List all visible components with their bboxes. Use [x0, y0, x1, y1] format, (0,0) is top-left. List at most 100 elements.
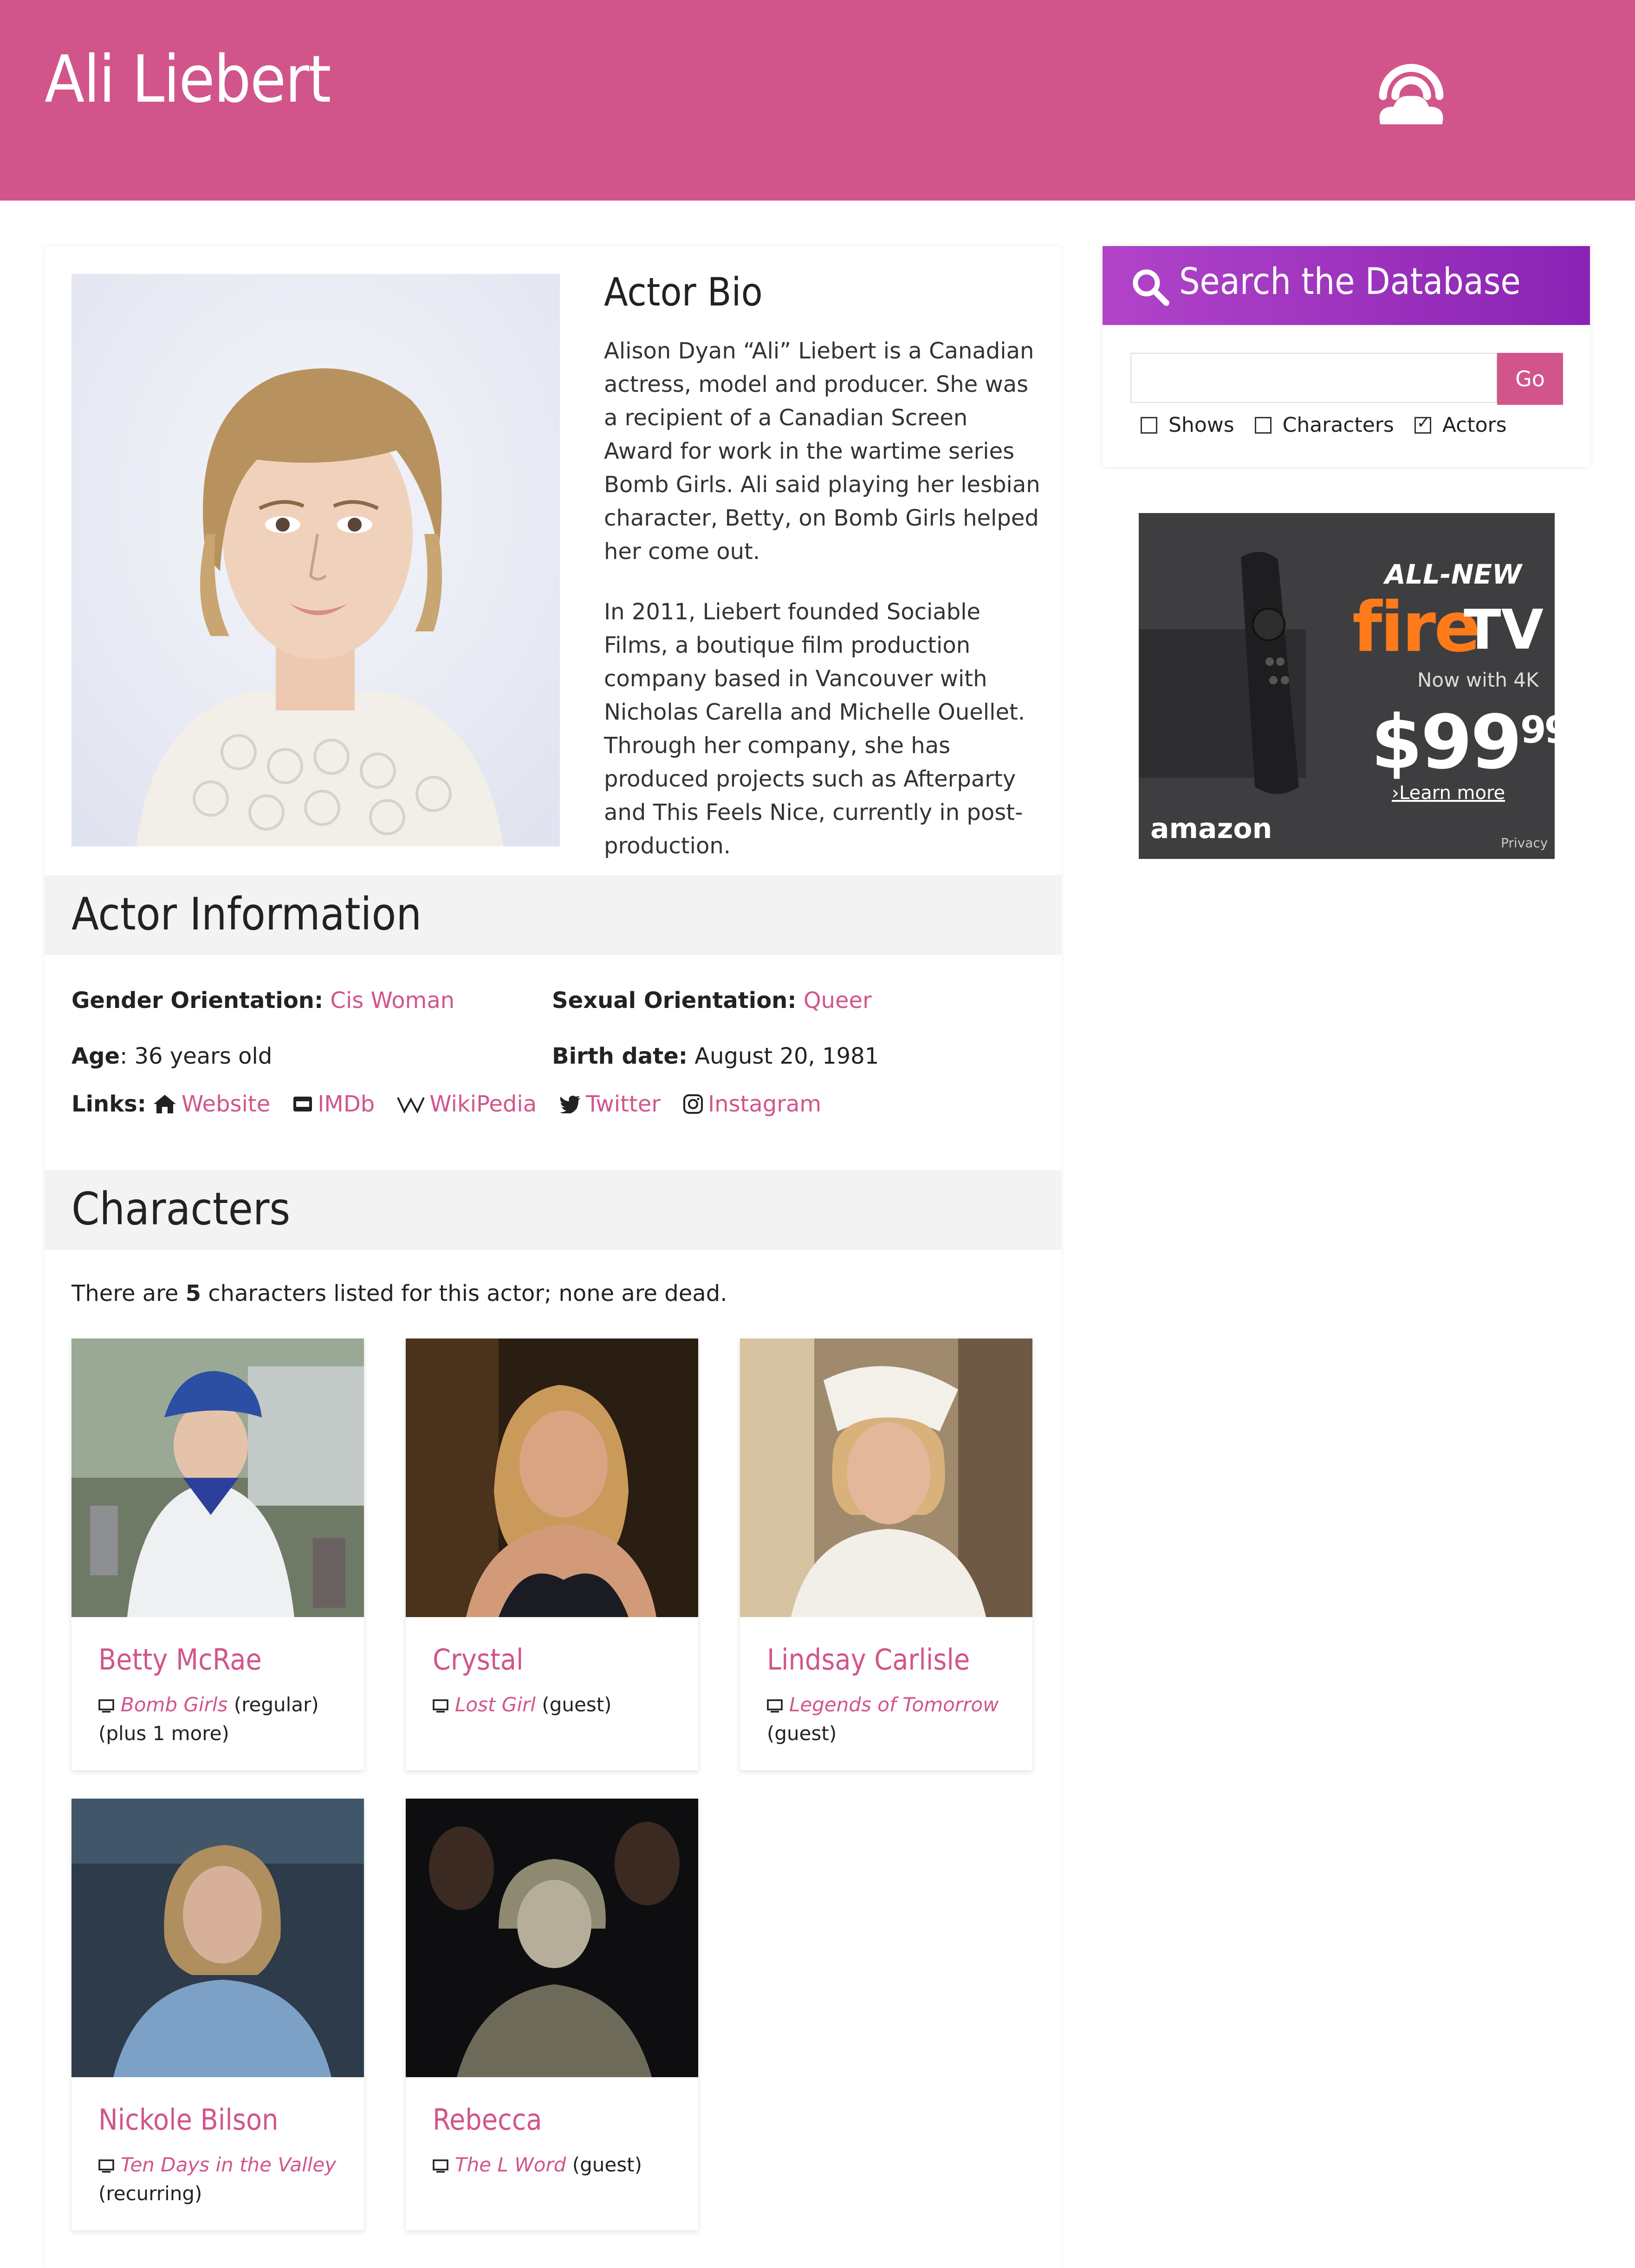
gender-link[interactable]: Cis Woman	[330, 988, 454, 1014]
character-card[interactable]: Betty McRae Bomb Girls (regular) (plus 1…	[71, 1339, 364, 1770]
ad-learn-more[interactable]: ›Learn more	[1392, 782, 1505, 804]
ad-price-cents: 99	[1520, 708, 1555, 752]
character-name[interactable]: Nickole Bilson	[98, 2103, 278, 2137]
checkbox[interactable]	[1254, 416, 1272, 434]
sexual-label: Sexual Orientation:	[552, 988, 797, 1014]
ad-privacy[interactable]: Privacy	[1501, 835, 1548, 851]
character-photo[interactable]	[740, 1339, 1032, 1617]
wikipedia-icon	[397, 1097, 425, 1113]
search-icon	[1133, 269, 1169, 306]
character-card[interactable]: Nickole Bilson Ten Days in the Valley (r…	[71, 1799, 364, 2230]
show-link[interactable]: Ten Days in the Valley	[121, 2153, 336, 2176]
twitter-link[interactable]: Twitter	[559, 1091, 661, 1117]
fire-tv-ad[interactable]: ALL-NEW fire TV Now with 4K $9999 ›Learn…	[1139, 513, 1555, 859]
imdb-link[interactable]: IMDb	[292, 1091, 375, 1117]
characters-summary: There are 5 characters listed for this a…	[71, 1280, 727, 1306]
links-label: Links:	[71, 1091, 146, 1117]
character-show-line: Bomb Girls (regular) (plus 1 more)	[98, 1690, 349, 1748]
home-icon	[153, 1095, 176, 1113]
go-button[interactable]: Go	[1497, 353, 1563, 405]
show-link[interactable]: The L Word	[455, 2153, 566, 2176]
instagram-link-label: Instagram	[707, 1091, 822, 1117]
character-photo[interactable]	[406, 1339, 698, 1617]
characters-count: 5	[185, 1280, 201, 1306]
ad-all-new: ALL-NEW	[1385, 559, 1522, 590]
character-show-line: Ten Days in the Valley (recurring)	[98, 2151, 349, 2208]
age-value: : 36 years old	[120, 1043, 272, 1069]
website-link[interactable]: Website	[153, 1091, 270, 1117]
search-widget: Search the Database Go Shows Characters …	[1103, 246, 1590, 467]
character-photo[interactable]	[71, 1339, 364, 1617]
filter-actors[interactable]: Actors	[1414, 413, 1507, 437]
character-name[interactable]: Betty McRae	[98, 1643, 262, 1677]
main-content: Actor Bio Alison Dyan “Ali” Liebert is a…	[45, 246, 1061, 2268]
filter-label: Characters	[1282, 413, 1394, 437]
gender-label: Gender Orientation:	[71, 988, 324, 1014]
actor-portrait	[71, 274, 560, 846]
ad-price-dollars: $99	[1371, 699, 1522, 786]
age-label: Age	[71, 1043, 120, 1069]
tv-icon	[98, 2159, 114, 2173]
tv-icon	[767, 1699, 783, 1713]
filter-label: Shows	[1168, 413, 1234, 437]
website-link-label: Website	[181, 1091, 271, 1117]
search-header: Search the Database	[1103, 246, 1590, 325]
characters-summary-post: characters listed for this actor; none a…	[201, 1280, 727, 1306]
show-link[interactable]: Lost Girl	[455, 1693, 536, 1716]
birth-value: August 20, 1981	[687, 1043, 879, 1069]
checkbox-checked[interactable]	[1414, 414, 1431, 434]
actor-info-header: Actor Information	[45, 875, 1061, 955]
tv-icon	[433, 1699, 448, 1713]
character-name[interactable]: Crystal	[433, 1643, 523, 1677]
character-show-line: Legends of Tomorrow (guest)	[767, 1690, 1018, 1748]
character-name[interactable]: Lindsay Carlisle	[767, 1643, 970, 1677]
imdb-link-label: IMDb	[318, 1091, 375, 1117]
ad-fire: fire	[1352, 587, 1480, 667]
filter-label: Actors	[1442, 413, 1507, 437]
character-show-line: The L Word (guest)	[433, 2151, 683, 2179]
character-card[interactable]: Rebecca The L Word (guest)	[406, 1799, 698, 2230]
site-header: Ali Liebert	[0, 0, 1635, 201]
twitter-icon	[560, 1096, 581, 1113]
site-logo-icon[interactable]	[1367, 52, 1455, 140]
role-label: (recurring)	[98, 2182, 202, 2205]
imdb-icon	[293, 1097, 312, 1111]
twitter-link-label: Twitter	[586, 1091, 661, 1117]
filter-characters[interactable]: Characters	[1254, 413, 1394, 437]
bio-paragraph-2: In 2011, Liebert founded Sociable Films,…	[604, 599, 1025, 859]
instagram-link[interactable]: Instagram	[683, 1091, 821, 1117]
links-row: Links: Website IMDb WikiPedia Twitter In…	[71, 1091, 843, 1117]
role-label: (guest)	[566, 2153, 642, 2176]
character-show-line: Lost Girl (guest)	[433, 1690, 683, 1719]
sexual-orientation: Sexual Orientation: Queer	[552, 988, 872, 1014]
search-input[interactable]	[1130, 353, 1497, 403]
checkbox[interactable]	[1141, 416, 1157, 434]
characters-summary-pre: There are	[71, 1280, 186, 1306]
ad-tv: TV	[1464, 598, 1544, 662]
search-filters: Shows Characters Actors	[1141, 413, 1527, 437]
character-card[interactable]: Lindsay Carlisle Legends of Tomorrow (gu…	[740, 1339, 1032, 1770]
filter-shows[interactable]: Shows	[1141, 413, 1234, 437]
bio-title: Actor Bio	[604, 269, 763, 315]
instagram-icon	[683, 1094, 703, 1114]
character-photo[interactable]	[406, 1799, 698, 2077]
characters-title: Characters	[71, 1183, 291, 1235]
page-title[interactable]: Ali Liebert	[45, 42, 331, 117]
amazon-logo: amazon	[1150, 812, 1272, 845]
character-name[interactable]: Rebecca	[433, 2103, 542, 2137]
bio-paragraph-1: Alison Dyan “Ali” Liebert is a Canadian …	[604, 338, 1040, 565]
role-label: (guest)	[767, 1722, 837, 1745]
ad-4k: Now with 4K	[1417, 669, 1539, 691]
wikipedia-link[interactable]: WikiPedia	[397, 1091, 537, 1117]
show-link[interactable]: Bomb Girls	[121, 1693, 227, 1716]
birth-label: Birth date:	[552, 1043, 688, 1069]
sexual-link[interactable]: Queer	[804, 988, 872, 1014]
tv-icon	[433, 2159, 448, 2173]
age: Age: 36 years old	[71, 1043, 272, 1069]
wikipedia-link-label: WikiPedia	[429, 1091, 537, 1117]
character-photo[interactable]	[71, 1799, 364, 2077]
character-card[interactable]: Crystal Lost Girl (guest)	[406, 1339, 698, 1770]
gender-orientation: Gender Orientation: Cis Woman	[71, 988, 454, 1014]
role-label: (guest)	[535, 1693, 612, 1716]
show-link[interactable]: Legends of Tomorrow	[789, 1693, 999, 1716]
